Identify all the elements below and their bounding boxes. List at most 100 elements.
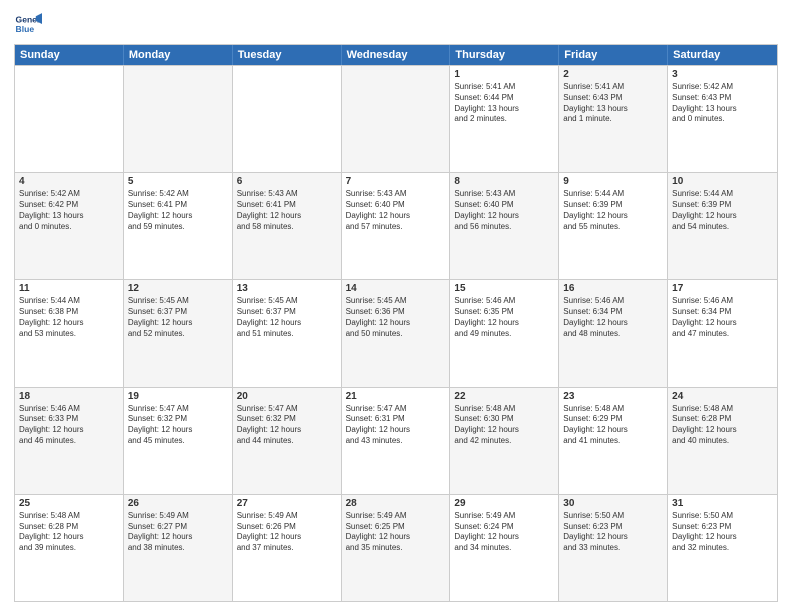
cell-text: Sunrise: 5:41 AM Sunset: 6:44 PM Dayligh…	[454, 82, 554, 125]
cell-text: Sunrise: 5:48 AM Sunset: 6:29 PM Dayligh…	[563, 404, 663, 447]
cal-cell-1-3: 7 Sunrise: 5:43 AM Sunset: 6:40 PM Daylig…	[342, 173, 451, 279]
cal-cell-1-4: 8Sunrise: 5:43 AM Sunset: 6:40 PM Daylig…	[450, 173, 559, 279]
calendar-row-3: 18 Sunrise: 5:46 AM Sunset: 6:33 PM Dayli…	[15, 387, 777, 494]
calendar-row-1: 4Sunrise: 5:42 AM Sunset: 6:42 PM Daylig…	[15, 172, 777, 279]
day-number: 9	[563, 176, 663, 187]
day-number: 19	[128, 391, 228, 402]
cal-cell-3-1: 19 Sunrise: 5:47 AM Sunset: 6:32 PM Dayli…	[124, 388, 233, 494]
header-day-thursday: Thursday	[450, 45, 559, 65]
cal-cell-1-2: 6 Sunrise: 5:43 AM Sunset: 6:41 PM Daylig…	[233, 173, 342, 279]
cell-text: Sunrise: 5:46 AM Sunset: 6:33 PM Dayligh…	[19, 404, 119, 447]
cell-text: Sunrise: 5:48 AM Sunset: 6:28 PM Dayligh…	[19, 511, 119, 554]
cal-cell-1-1: 5 Sunrise: 5:42 AM Sunset: 6:41 PM Daylig…	[124, 173, 233, 279]
cell-text: Sunrise: 5:46 AM Sunset: 6:34 PM Dayligh…	[563, 296, 663, 339]
cal-cell-4-2: 27 Sunrise: 5:49 AM Sunset: 6:26 PM Dayli…	[233, 495, 342, 601]
day-number: 3	[672, 69, 773, 80]
cal-cell-3-0: 18 Sunrise: 5:46 AM Sunset: 6:33 PM Dayli…	[15, 388, 124, 494]
calendar-body: 1 Sunrise: 5:41 AM Sunset: 6:44 PM Daylig…	[15, 65, 777, 601]
day-number: 27	[237, 498, 337, 509]
header-day-friday: Friday	[559, 45, 668, 65]
calendar: SundayMondayTuesdayWednesdayThursdayFrid…	[14, 44, 778, 602]
logo-icon: General Blue	[14, 10, 42, 38]
cell-text: Sunrise: 5:42 AM Sunset: 6:41 PM Dayligh…	[128, 189, 228, 232]
cal-cell-0-6: 3 Sunrise: 5:42 AM Sunset: 6:43 PM Daylig…	[668, 66, 777, 172]
calendar-header: SundayMondayTuesdayWednesdayThursdayFrid…	[15, 45, 777, 65]
page: General Blue SundayMondayTuesdayWednesda…	[0, 0, 792, 612]
cal-cell-3-2: 20 Sunrise: 5:47 AM Sunset: 6:32 PM Dayli…	[233, 388, 342, 494]
cell-text: Sunrise: 5:50 AM Sunset: 6:23 PM Dayligh…	[672, 511, 773, 554]
cell-text: Sunrise: 5:47 AM Sunset: 6:31 PM Dayligh…	[346, 404, 446, 447]
cal-cell-2-2: 13Sunrise: 5:45 AM Sunset: 6:37 PM Dayli…	[233, 280, 342, 386]
cal-cell-4-6: 31 Sunrise: 5:50 AM Sunset: 6:23 PM Dayli…	[668, 495, 777, 601]
day-number: 7	[346, 176, 446, 187]
cell-text: Sunrise: 5:48 AM Sunset: 6:30 PM Dayligh…	[454, 404, 554, 447]
day-number: 21	[346, 391, 446, 402]
day-number: 8	[454, 176, 554, 187]
day-number: 11	[19, 283, 119, 294]
header-day-sunday: Sunday	[15, 45, 124, 65]
cell-text: Sunrise: 5:47 AM Sunset: 6:32 PM Dayligh…	[128, 404, 228, 447]
cal-cell-1-6: 10Sunrise: 5:44 AM Sunset: 6:39 PM Dayli…	[668, 173, 777, 279]
calendar-row-4: 25Sunrise: 5:48 AM Sunset: 6:28 PM Dayli…	[15, 494, 777, 601]
cal-cell-2-6: 17Sunrise: 5:46 AM Sunset: 6:34 PM Dayli…	[668, 280, 777, 386]
day-number: 26	[128, 498, 228, 509]
calendar-row-2: 11 Sunrise: 5:44 AM Sunset: 6:38 PM Dayli…	[15, 279, 777, 386]
day-number: 31	[672, 498, 773, 509]
day-number: 16	[563, 283, 663, 294]
day-number: 1	[454, 69, 554, 80]
day-number: 23	[563, 391, 663, 402]
header-day-tuesday: Tuesday	[233, 45, 342, 65]
cell-text: Sunrise: 5:47 AM Sunset: 6:32 PM Dayligh…	[237, 404, 337, 447]
cal-cell-3-5: 23 Sunrise: 5:48 AM Sunset: 6:29 PM Dayli…	[559, 388, 668, 494]
cell-text: Sunrise: 5:44 AM Sunset: 6:39 PM Dayligh…	[672, 189, 773, 232]
header-day-monday: Monday	[124, 45, 233, 65]
header: General Blue	[14, 10, 778, 38]
cell-text: Sunrise: 5:41 AM Sunset: 6:43 PM Dayligh…	[563, 82, 663, 125]
day-number: 30	[563, 498, 663, 509]
cal-cell-0-1	[124, 66, 233, 172]
cell-text: Sunrise: 5:44 AM Sunset: 6:38 PM Dayligh…	[19, 296, 119, 339]
cal-cell-4-3: 28Sunrise: 5:49 AM Sunset: 6:25 PM Dayli…	[342, 495, 451, 601]
cal-cell-4-5: 30 Sunrise: 5:50 AM Sunset: 6:23 PM Dayli…	[559, 495, 668, 601]
cell-text: Sunrise: 5:48 AM Sunset: 6:28 PM Dayligh…	[672, 404, 773, 447]
cell-text: Sunrise: 5:42 AM Sunset: 6:43 PM Dayligh…	[672, 82, 773, 125]
cell-text: Sunrise: 5:49 AM Sunset: 6:26 PM Dayligh…	[237, 511, 337, 554]
header-day-saturday: Saturday	[668, 45, 777, 65]
cal-cell-3-4: 22 Sunrise: 5:48 AM Sunset: 6:30 PM Dayli…	[450, 388, 559, 494]
cell-text: Sunrise: 5:46 AM Sunset: 6:34 PM Dayligh…	[672, 296, 773, 339]
calendar-row-0: 1 Sunrise: 5:41 AM Sunset: 6:44 PM Daylig…	[15, 65, 777, 172]
day-number: 4	[19, 176, 119, 187]
day-number: 13	[237, 283, 337, 294]
cal-cell-0-3	[342, 66, 451, 172]
cal-cell-3-6: 24 Sunrise: 5:48 AM Sunset: 6:28 PM Dayli…	[668, 388, 777, 494]
header-day-wednesday: Wednesday	[342, 45, 451, 65]
day-number: 14	[346, 283, 446, 294]
cal-cell-0-5: 2 Sunrise: 5:41 AM Sunset: 6:43 PM Daylig…	[559, 66, 668, 172]
logo: General Blue	[14, 10, 46, 38]
svg-text:Blue: Blue	[16, 24, 35, 34]
cal-cell-4-1: 26Sunrise: 5:49 AM Sunset: 6:27 PM Dayli…	[124, 495, 233, 601]
cell-text: Sunrise: 5:43 AM Sunset: 6:41 PM Dayligh…	[237, 189, 337, 232]
day-number: 2	[563, 69, 663, 80]
cal-cell-4-4: 29Sunrise: 5:49 AM Sunset: 6:24 PM Dayli…	[450, 495, 559, 601]
cal-cell-2-0: 11 Sunrise: 5:44 AM Sunset: 6:38 PM Dayli…	[15, 280, 124, 386]
cal-cell-3-3: 21 Sunrise: 5:47 AM Sunset: 6:31 PM Dayli…	[342, 388, 451, 494]
day-number: 6	[237, 176, 337, 187]
day-number: 15	[454, 283, 554, 294]
cal-cell-0-2	[233, 66, 342, 172]
cell-text: Sunrise: 5:44 AM Sunset: 6:39 PM Dayligh…	[563, 189, 663, 232]
day-number: 29	[454, 498, 554, 509]
cal-cell-2-5: 16 Sunrise: 5:46 AM Sunset: 6:34 PM Dayli…	[559, 280, 668, 386]
cell-text: Sunrise: 5:43 AM Sunset: 6:40 PM Dayligh…	[346, 189, 446, 232]
cell-text: Sunrise: 5:45 AM Sunset: 6:37 PM Dayligh…	[128, 296, 228, 339]
day-number: 18	[19, 391, 119, 402]
day-number: 22	[454, 391, 554, 402]
day-number: 20	[237, 391, 337, 402]
day-number: 5	[128, 176, 228, 187]
day-number: 24	[672, 391, 773, 402]
cell-text: Sunrise: 5:49 AM Sunset: 6:25 PM Dayligh…	[346, 511, 446, 554]
cal-cell-4-0: 25Sunrise: 5:48 AM Sunset: 6:28 PM Dayli…	[15, 495, 124, 601]
cal-cell-0-0	[15, 66, 124, 172]
cal-cell-1-0: 4Sunrise: 5:42 AM Sunset: 6:42 PM Daylig…	[15, 173, 124, 279]
cell-text: Sunrise: 5:50 AM Sunset: 6:23 PM Dayligh…	[563, 511, 663, 554]
